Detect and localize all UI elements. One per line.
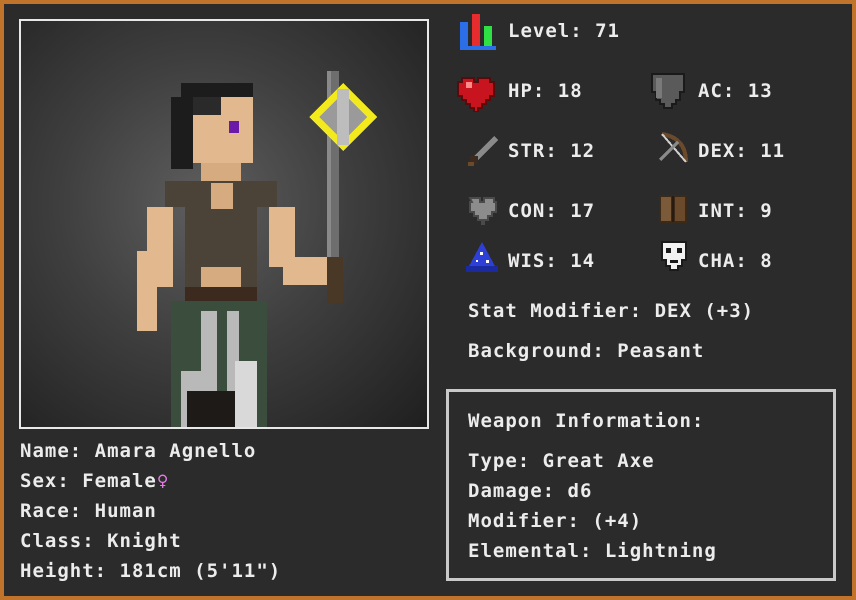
con-value: 17 bbox=[570, 200, 596, 222]
character-class: Class: Knight bbox=[20, 530, 182, 552]
ac-label: AC: bbox=[698, 80, 736, 102]
hp-value: 18 bbox=[557, 80, 583, 102]
level-label: Level: bbox=[508, 20, 583, 42]
con-stat: CON: 17 bbox=[508, 200, 595, 222]
weapon-elemental: Elemental: Lightning bbox=[468, 540, 717, 562]
level-bars-icon bbox=[460, 14, 496, 50]
female-symbol-icon: ♀ bbox=[156, 470, 170, 492]
weapon-type: Type: Great Axe bbox=[468, 450, 655, 472]
weapon-heading: Weapon Information: bbox=[468, 410, 705, 432]
str-stat: STR: 12 bbox=[508, 140, 595, 162]
character-portrait bbox=[19, 19, 429, 429]
ac-value: 13 bbox=[747, 80, 773, 102]
str-label: STR: bbox=[508, 140, 558, 162]
background: Background: Peasant bbox=[468, 340, 705, 362]
dex-stat: DEX: 11 bbox=[698, 140, 785, 162]
character-sheet-panel: Level: 71 HP: 18 AC: 13 STR: 12 DEX: 11 bbox=[4, 4, 852, 596]
character-sex-text: Sex: Female bbox=[20, 470, 157, 492]
wizard-hat-icon bbox=[466, 242, 498, 272]
level-value: 71 bbox=[595, 20, 620, 42]
dex-value: 11 bbox=[760, 140, 786, 162]
int-label: INT: bbox=[698, 200, 748, 222]
book-icon bbox=[659, 195, 687, 223]
cha-stat: CHA: 8 bbox=[698, 250, 773, 272]
pixel-character-sprite bbox=[137, 71, 377, 427]
character-race: Race: Human bbox=[20, 500, 157, 522]
con-label: CON: bbox=[508, 200, 558, 222]
character-name: Name: Amara Agnello bbox=[20, 440, 257, 462]
wis-stat: WIS: 14 bbox=[508, 250, 595, 272]
cha-label: CHA: bbox=[698, 250, 748, 272]
level-row: Level: 71 bbox=[508, 20, 620, 42]
hp-stat: HP: 18 bbox=[508, 80, 583, 102]
hp-label: HP: bbox=[508, 80, 546, 102]
dex-label: DEX: bbox=[698, 140, 748, 162]
ac-stat: AC: 13 bbox=[698, 80, 773, 102]
bow-icon bbox=[658, 132, 688, 163]
wis-label: WIS: bbox=[508, 250, 558, 272]
stat-modifier: Stat Modifier: DEX (+3) bbox=[468, 300, 755, 322]
weapon-damage: Damage: d6 bbox=[468, 480, 593, 502]
int-stat: INT: 9 bbox=[698, 200, 773, 222]
grey-heart-icon bbox=[468, 197, 497, 225]
character-height: Height: 181cm (5'11") bbox=[20, 560, 282, 582]
weapon-modifier: Modifier: (+4) bbox=[468, 510, 643, 532]
sword-icon bbox=[468, 136, 498, 166]
shield-icon bbox=[651, 73, 685, 109]
int-value: 9 bbox=[760, 200, 773, 222]
wis-value: 14 bbox=[570, 250, 596, 272]
str-value: 12 bbox=[570, 140, 596, 162]
mask-icon bbox=[661, 241, 687, 271]
character-sex: Sex: Female♀ bbox=[20, 470, 169, 492]
heart-icon bbox=[457, 77, 495, 112]
cha-value: 8 bbox=[760, 250, 773, 272]
